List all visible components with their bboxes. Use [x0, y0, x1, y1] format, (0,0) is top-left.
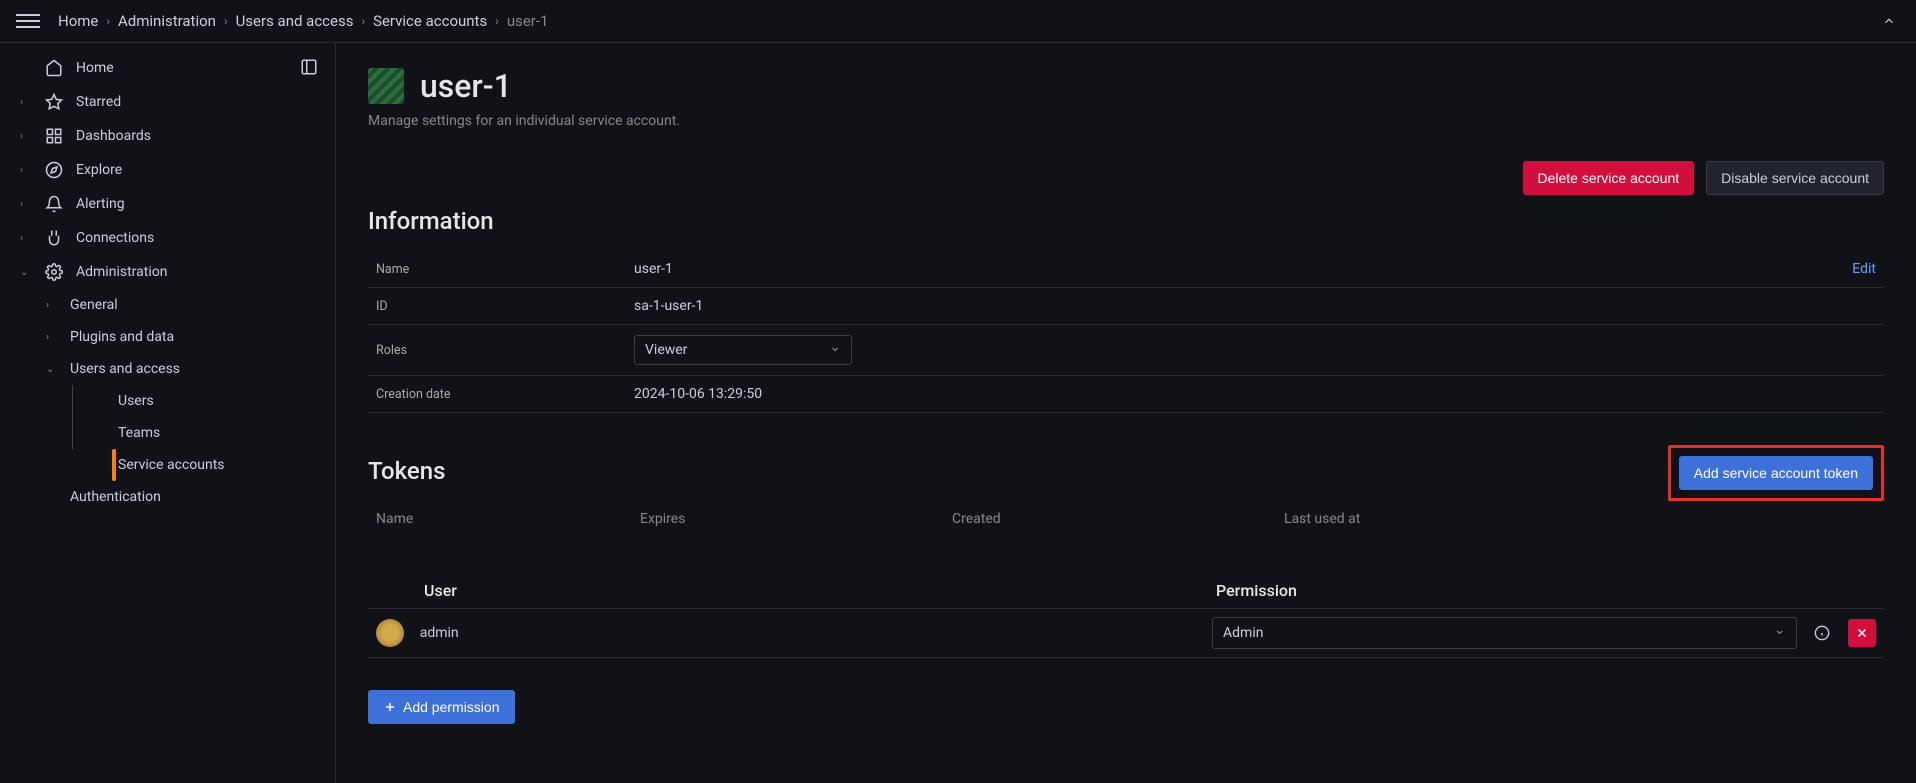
chevron-right-icon: › — [20, 199, 32, 210]
sidebar-item-label: Plugins and data — [70, 329, 174, 345]
permission-user-name: admin — [420, 625, 1212, 641]
breadcrumb-current: user-1 — [507, 12, 549, 30]
sidebar-item-users[interactable]: Users — [10, 385, 325, 417]
tokens-col-lastused: Last used at — [1284, 511, 1876, 527]
sidebar-item-alerting[interactable]: › Alerting — [10, 187, 325, 221]
breadcrumb-administration[interactable]: Administration — [118, 12, 216, 30]
menu-toggle[interactable] — [16, 9, 40, 33]
sidebar-item-service-accounts[interactable]: Service accounts — [10, 449, 325, 481]
sidebar-item-authentication[interactable]: Authentication — [10, 481, 325, 513]
add-permission-button[interactable]: Add permission — [368, 690, 515, 724]
plug-icon — [44, 229, 64, 247]
breadcrumb-home[interactable]: Home — [58, 12, 98, 30]
chevron-right-icon: › — [224, 14, 228, 28]
breadcrumb-users-access[interactable]: Users and access — [236, 12, 354, 30]
sidebar-item-label: Starred — [76, 94, 121, 110]
tokens-col-created: Created — [952, 511, 1284, 527]
sidebar-item-label: Teams — [118, 425, 160, 441]
sidebar-item-home[interactable]: Home — [10, 51, 325, 85]
chevron-right-icon: › — [361, 14, 365, 28]
collapse-sidebar-icon[interactable] — [295, 53, 323, 81]
sidebar-item-starred[interactable]: › Starred — [10, 85, 325, 119]
plus-icon — [383, 700, 397, 714]
chevron-right-icon: › — [20, 233, 32, 244]
edit-name-link[interactable]: Edit — [1852, 261, 1876, 277]
compass-icon — [44, 161, 64, 179]
sidebar-item-label: Users and access — [70, 361, 180, 377]
highlight-annotation: Add service account token — [1668, 445, 1884, 501]
info-name-value: user-1 — [634, 261, 673, 277]
roles-select[interactable]: Viewer — [634, 335, 852, 365]
tokens-table-header: Name Expires Created Last used at — [368, 501, 1884, 537]
tokens-heading: Tokens — [368, 457, 445, 485]
service-account-avatar — [368, 68, 404, 104]
dashboards-icon — [44, 127, 64, 145]
chevron-down-icon: ⌄ — [46, 364, 58, 375]
chevron-up-icon[interactable] — [1878, 10, 1900, 32]
gear-icon — [44, 263, 64, 281]
sidebar-item-label: Administration — [76, 264, 167, 280]
page-subtitle: Manage settings for an individual servic… — [368, 113, 1884, 129]
info-creation-label: Creation date — [376, 387, 634, 402]
info-name-label: Name — [376, 262, 634, 277]
information-heading: Information — [368, 207, 1884, 235]
sidebar-item-connections[interactable]: › Connections — [10, 221, 325, 255]
breadcrumb: Home › Administration › Users and access… — [58, 12, 548, 30]
tokens-col-name: Name — [376, 511, 640, 527]
home-icon — [44, 59, 64, 77]
chevron-right-icon: › — [106, 14, 110, 28]
add-permission-label: Add permission — [403, 699, 500, 715]
sidebar-item-label: Dashboards — [76, 128, 151, 144]
sidebar-item-administration[interactable]: ⌄ Administration — [10, 255, 325, 289]
disable-service-account-button[interactable]: Disable service account — [1706, 161, 1884, 195]
sidebar-item-label: Authentication — [70, 489, 161, 505]
chevron-right-icon: › — [46, 300, 58, 311]
chevron-right-icon: › — [20, 131, 32, 142]
bell-icon — [44, 195, 64, 213]
chevron-right-icon: › — [20, 165, 32, 176]
delete-service-account-button[interactable]: Delete service account — [1523, 161, 1695, 195]
sidebar-item-label: General — [70, 297, 118, 313]
sidebar-item-explore[interactable]: › Explore — [10, 153, 325, 187]
sidebar-item-plugins[interactable]: › Plugins and data — [10, 321, 325, 353]
permissions-user-header: User — [376, 581, 1216, 600]
user-avatar — [376, 619, 404, 647]
info-id-value: sa-1-user-1 — [634, 298, 703, 314]
sidebar-item-label: Users — [118, 393, 154, 409]
star-icon — [44, 93, 64, 111]
sidebar-item-label: Alerting — [76, 196, 125, 212]
chevron-right-icon: › — [46, 332, 58, 343]
sidebar-item-label: Home — [76, 60, 114, 76]
remove-permission-button[interactable] — [1848, 619, 1876, 647]
info-id-label: ID — [376, 299, 634, 314]
info-roles-label: Roles — [376, 343, 634, 358]
breadcrumb-service-accounts[interactable]: Service accounts — [373, 12, 487, 30]
permissions-permission-header: Permission — [1216, 581, 1876, 600]
permission-row: admin Admin — [368, 608, 1884, 658]
sidebar-item-users-access[interactable]: ⌄ Users and access — [10, 353, 325, 385]
chevron-right-icon: › — [495, 14, 499, 28]
chevron-right-icon: › — [20, 97, 32, 108]
info-icon[interactable] — [1809, 619, 1837, 647]
tokens-col-expires: Expires — [640, 511, 952, 527]
chevron-down-icon: ⌄ — [20, 267, 32, 278]
sidebar-item-label: Service accounts — [118, 457, 225, 473]
sidebar-item-dashboards[interactable]: › Dashboards — [10, 119, 325, 153]
info-creation-value: 2024-10-06 13:29:50 — [634, 386, 762, 402]
permission-select[interactable]: Admin — [1212, 617, 1797, 649]
sidebar-item-label: Connections — [76, 230, 154, 246]
sidebar-item-teams[interactable]: Teams — [10, 417, 325, 449]
page-title: user-1 — [420, 67, 512, 105]
sidebar-item-label: Explore — [76, 162, 122, 178]
add-token-button[interactable]: Add service account token — [1679, 456, 1873, 490]
sidebar-item-general[interactable]: › General — [10, 289, 325, 321]
